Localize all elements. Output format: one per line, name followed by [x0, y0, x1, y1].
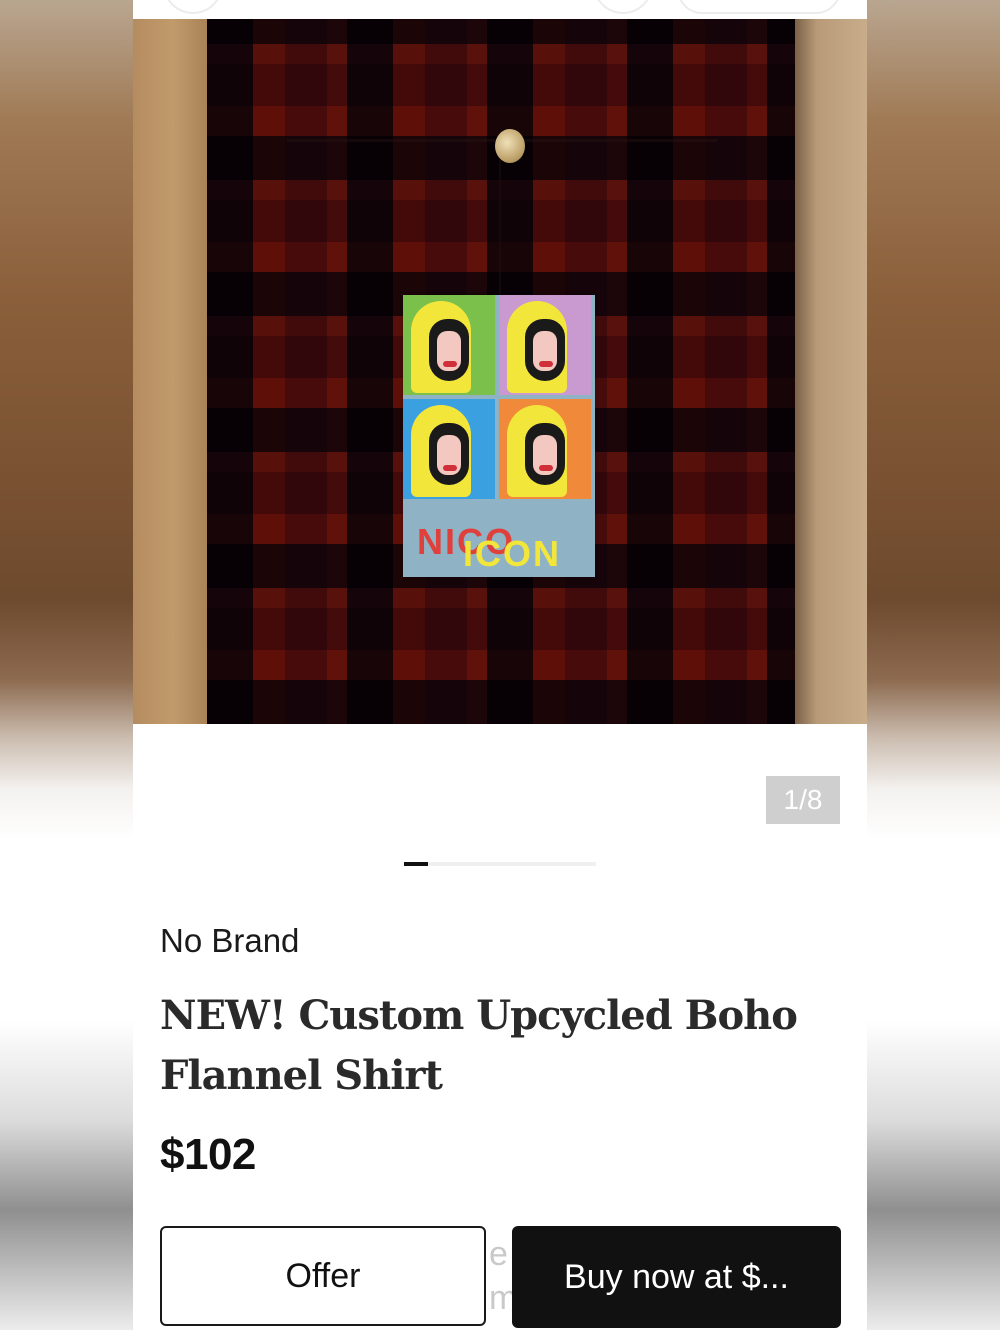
- patch-panel: [499, 295, 591, 395]
- patch-panel: [403, 399, 495, 499]
- flannel-shirt-image: NICO ICON: [207, 19, 795, 724]
- like-button[interactable]: [677, 0, 841, 14]
- photo-background: [795, 19, 867, 724]
- patch-panel: [499, 399, 591, 499]
- buy-now-button[interactable]: Buy now at $...: [512, 1226, 841, 1328]
- offer-button[interactable]: Offer: [160, 1226, 486, 1326]
- nico-icon-patch: NICO ICON: [403, 295, 595, 577]
- top-bar: [133, 0, 867, 18]
- patch-text-icon: ICON: [463, 533, 561, 574]
- back-button[interactable]: [163, 0, 223, 14]
- shirt-button: [495, 129, 525, 163]
- listing-card: NICO ICON 1/8 No Brand NEW! Custom Upcyc…: [133, 0, 867, 1330]
- patch-panel: [403, 295, 495, 395]
- gallery-pager[interactable]: [404, 862, 596, 866]
- product-title: NEW! Custom Upcycled Boho Flannel Shirt: [160, 992, 798, 1099]
- share-button[interactable]: [593, 0, 653, 14]
- product-photo[interactable]: NICO ICON: [133, 19, 867, 724]
- gallery-pager-indicator: [404, 862, 428, 866]
- image-counter: 1/8: [766, 776, 840, 824]
- brand-name[interactable]: No Brand: [160, 922, 299, 960]
- price: $102: [160, 1130, 256, 1179]
